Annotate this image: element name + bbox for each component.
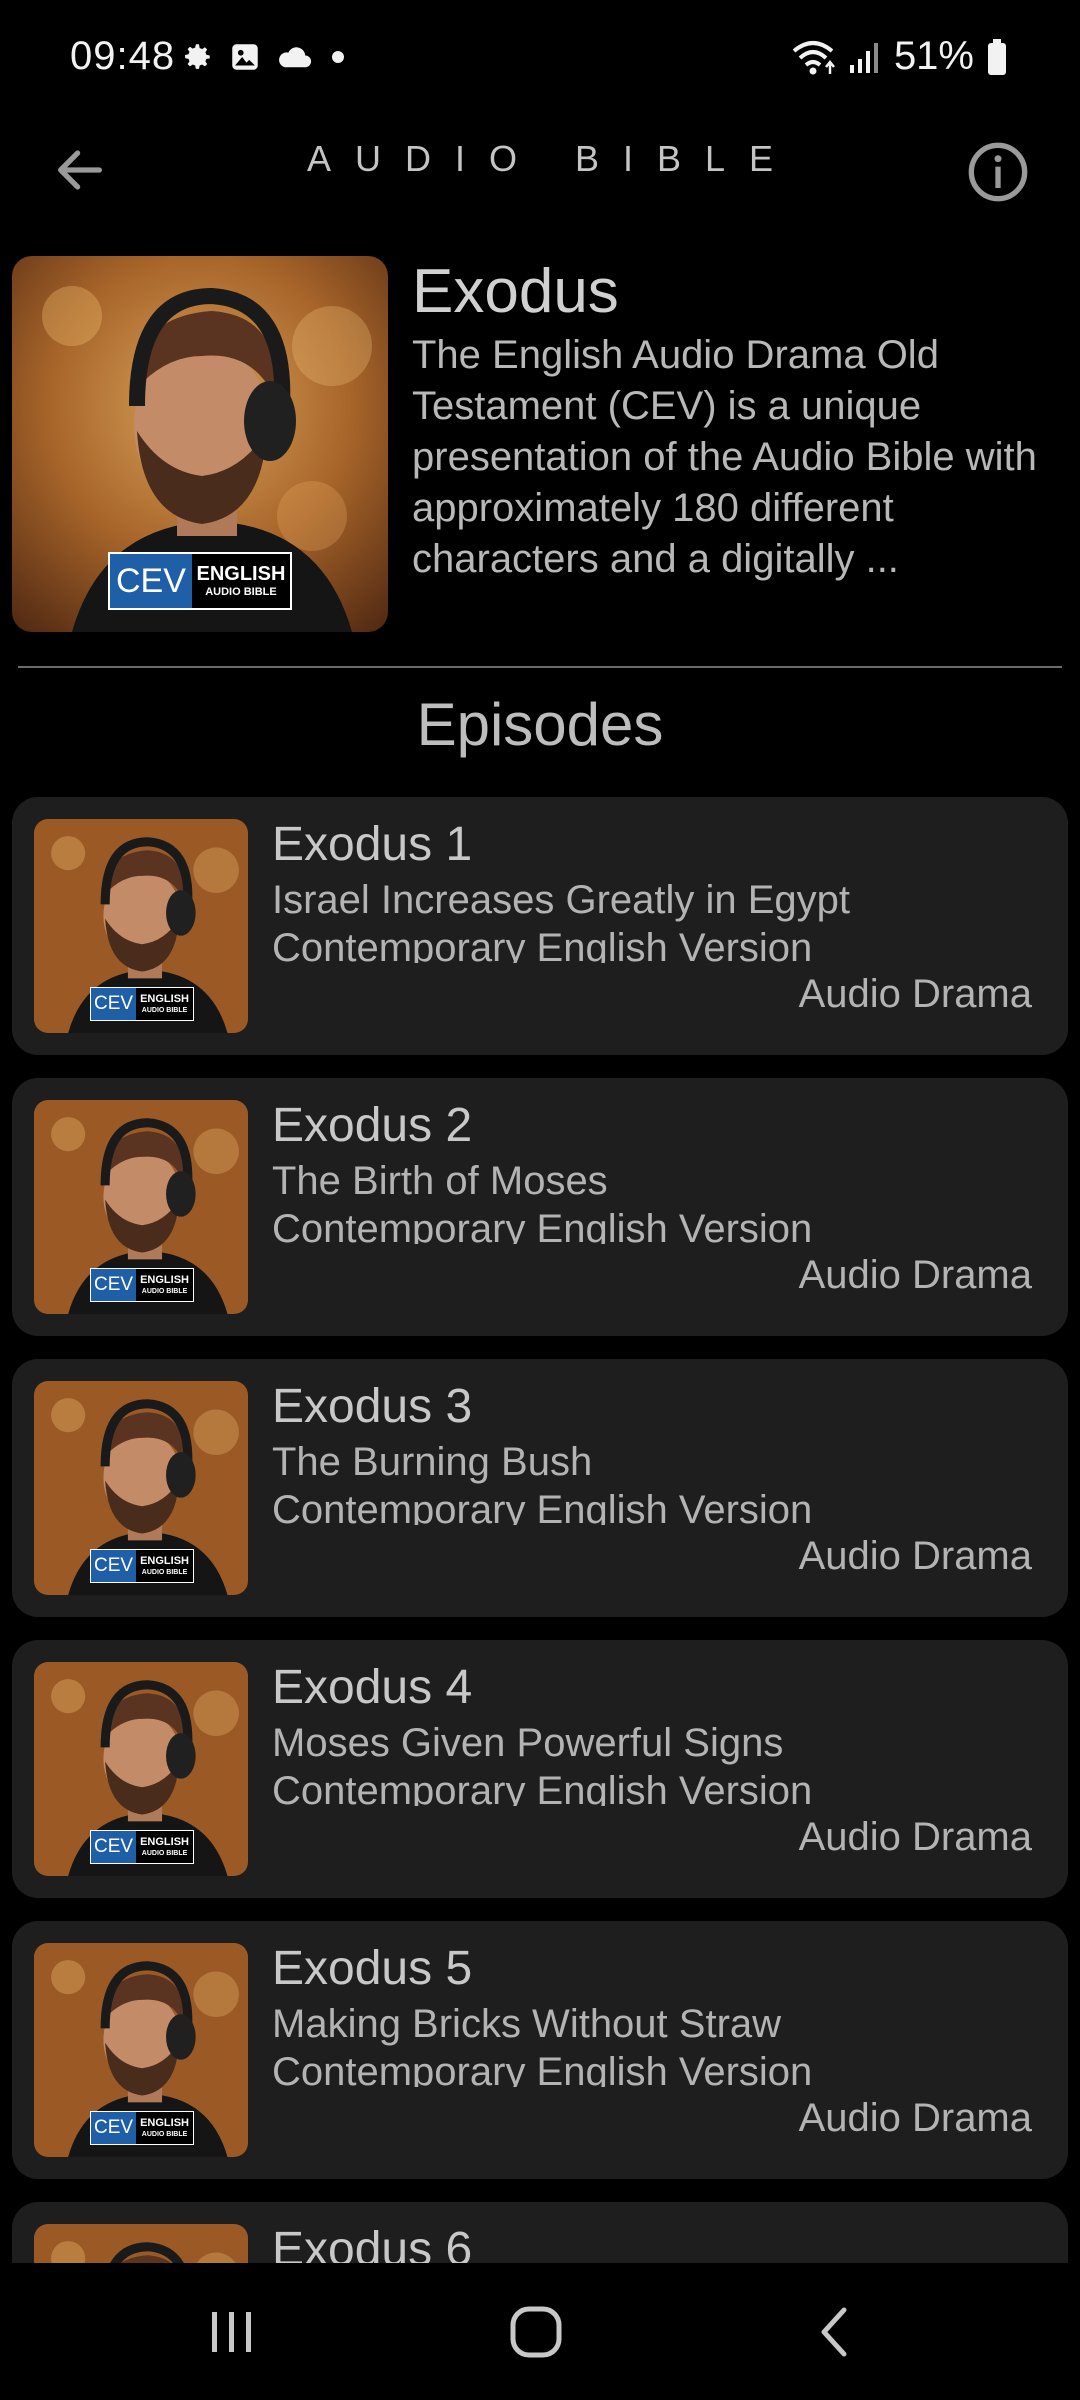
divider	[18, 666, 1062, 668]
episode-thumbnail: CEVENGLISH AUDIO BIBLE	[34, 1943, 248, 2157]
episode-title: Exodus 3	[272, 1380, 473, 1433]
episode-thumbnail: CEVENGLISH AUDIO BIBLE	[34, 1381, 248, 1595]
episode-list[interactable]: CEV ENGLISH AUDIO BIBLE Exodus 1 Israel Incr…	[12, 797, 1068, 2263]
episode-type: Audio Drama	[798, 1815, 1032, 1859]
cev-badge-abbr: CEV	[110, 554, 192, 608]
episode-thumbnail: CEVENGLISH AUDIO BIBLE	[34, 819, 248, 1033]
cev-badge-line2: AUDIO BIBLE	[205, 586, 277, 598]
cev-badge-abbr: CEV	[91, 1831, 137, 1863]
info-icon	[968, 142, 1028, 202]
nav-bar	[0, 2264, 1080, 2400]
cev-badge-abbr: CEV	[91, 1269, 137, 1301]
episode-subtitle: Moses Given Powerful Signs	[272, 1721, 784, 1765]
app-title: AUDIO BIBLE	[306, 138, 798, 179]
episode-type: Audio Drama	[798, 2096, 1032, 2140]
episode-subtitle: Making Bricks Without Straw	[272, 2002, 782, 2046]
book-header: CEV ENGLISH AUDIO BIBLE Exodus The Engli…	[12, 256, 1068, 636]
recents-button[interactable]	[172, 2292, 292, 2372]
cev-badge-line2: AUDIO BIBLE	[141, 2131, 188, 2138]
book-description: The English Audio Drama Old Testament (C…	[412, 333, 1037, 581]
episode-title: Exodus 6	[272, 2223, 473, 2263]
episode-card[interactable]: CEV ENGLISH AUDIO BIBLE Exodus 5 Making Bric…	[12, 1921, 1068, 2179]
screen: 09:48 51% AUDIO BIBLE CEV ENGLISH AUDIO …	[0, 0, 1080, 2400]
episode-card[interactable]: CEV ENGLISH AUDIO BIBLE Exodus 1 Israel Incr…	[12, 797, 1068, 1055]
episode-type: Audio Drama	[798, 1253, 1032, 1297]
book-title: Exodus	[412, 257, 619, 326]
cev-badge: CEV ENGLISH AUDIO BIBLE	[90, 2111, 194, 2145]
cev-badge-line2: AUDIO BIBLE	[141, 1850, 188, 1857]
app-bar: AUDIO BIBLE	[0, 120, 1080, 220]
cev-badge-line1: ENGLISH	[196, 563, 286, 585]
episode-thumbnail: CEVENGLISH AUDIO BIBLE	[34, 1100, 248, 1314]
episode-title: Exodus 4	[272, 1661, 473, 1714]
cev-badge-line1: ENGLISH	[140, 1836, 189, 1848]
episode-version: Contemporary English Version	[272, 1207, 813, 1244]
status-icons-right: 51%	[790, 34, 1008, 79]
episode-subtitle: The Birth of Moses	[272, 1159, 608, 1203]
episode-title: Exodus 5	[272, 1942, 473, 1995]
recents-icon	[212, 2312, 251, 2352]
cev-badge-line2: AUDIO BIBLE	[141, 1569, 188, 1576]
episode-subtitle: The Burning Bush	[272, 1440, 593, 1484]
cev-badge-line1: ENGLISH	[140, 1274, 189, 1286]
info-button[interactable]	[956, 130, 1040, 214]
episode-title: Exodus 2	[272, 1099, 473, 1152]
episodes-heading: Episodes	[416, 691, 664, 758]
cev-badge-line2: AUDIO BIBLE	[141, 1007, 188, 1014]
episode-thumbnail: CEVENGLISHAUDIO BIBLE	[34, 2224, 248, 2263]
episode-title: Exodus 1	[272, 818, 473, 871]
home-button[interactable]	[476, 2292, 596, 2372]
episode-version: Contemporary English Version	[272, 926, 813, 963]
battery-icon	[988, 38, 1006, 75]
status-time: 09:48	[70, 34, 176, 78]
gallery-icon	[232, 44, 258, 70]
status-icons-left	[180, 40, 348, 74]
episode-type: Audio Drama	[798, 1534, 1032, 1578]
thumbnail-artwork	[34, 2224, 248, 2263]
nav-back-icon	[821, 2307, 847, 2357]
cev-badge-line1: ENGLISH	[140, 993, 189, 1005]
cev-badge-abbr: CEV	[91, 2112, 137, 2144]
cev-badge: CEV ENGLISH AUDIO BIBLE	[90, 1830, 194, 1864]
cev-badge: CEV ENGLISH AUDIO BIBLE	[90, 1549, 194, 1583]
cev-badge-abbr: CEV	[91, 988, 137, 1020]
episode-card[interactable]: CEVENGLISHAUDIO BIBLE Exodus 6	[12, 2202, 1068, 2263]
battery-percent: 51%	[893, 34, 974, 78]
cev-badge-line1: ENGLISH	[140, 2117, 189, 2129]
episode-subtitle: Israel Increases Greatly in Egypt	[272, 878, 851, 922]
status-bar: 09:48 51%	[0, 0, 1080, 120]
cev-badge-line1: ENGLISH	[140, 1555, 189, 1567]
signal-icon	[849, 42, 878, 73]
cev-badge: CEV ENGLISH AUDIO BIBLE	[90, 987, 194, 1021]
cev-badge: CEV ENGLISH AUDIO BIBLE	[90, 1268, 194, 1302]
episode-card[interactable]: CEV ENGLISH AUDIO BIBLE Exodus 2 The Birth o…	[12, 1078, 1068, 1336]
episode-card[interactable]: CEV ENGLISH AUDIO BIBLE Exodus 4 Moses Given…	[12, 1640, 1068, 1898]
cev-badge-line2: AUDIO BIBLE	[141, 1288, 188, 1295]
episode-type: Audio Drama	[798, 972, 1032, 1016]
book-cover-image: CEV ENGLISH AUDIO BIBLE	[12, 256, 388, 632]
cev-badge-abbr: CEV	[91, 1550, 137, 1582]
home-icon	[510, 2306, 562, 2358]
gear-icon	[185, 44, 210, 69]
nav-back-button[interactable]	[776, 2292, 896, 2372]
episode-card[interactable]: CEV ENGLISH AUDIO BIBLE Exodus 3 The Burning…	[12, 1359, 1068, 1617]
episode-version: Contemporary English Version	[272, 1769, 813, 1806]
episode-thumbnail: CEVENGLISH AUDIO BIBLE	[34, 1662, 248, 1876]
episode-version: Contemporary English Version	[272, 2050, 813, 2087]
cloud-icon	[279, 47, 312, 68]
cev-badge: CEV ENGLISH AUDIO BIBLE	[108, 552, 292, 610]
episode-version: Contemporary English Version	[272, 1488, 813, 1525]
dot-icon	[332, 51, 344, 63]
wifi-icon	[792, 40, 835, 74]
